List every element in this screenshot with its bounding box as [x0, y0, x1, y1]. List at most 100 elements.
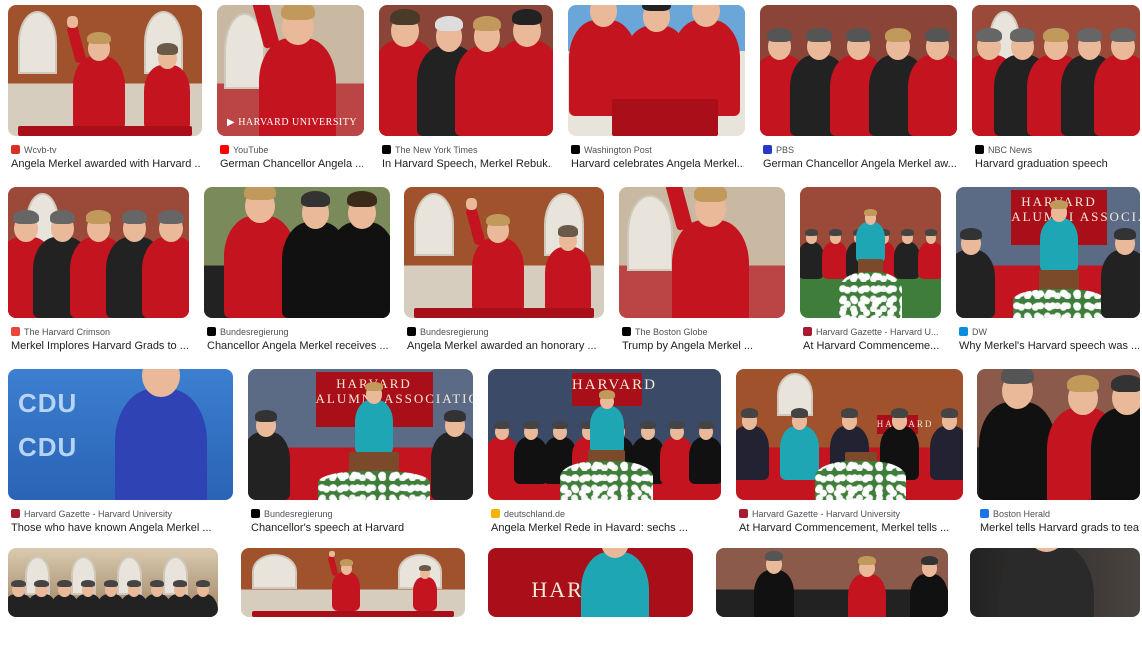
image-thumbnail[interactable]	[241, 548, 465, 617]
result-source[interactable]: Bundesregierung	[207, 326, 389, 338]
result-source[interactable]: NBC News	[975, 144, 1139, 156]
image-thumbnail[interactable]	[568, 5, 745, 136]
result-source[interactable]: Bundesregierung	[251, 508, 472, 520]
result-source[interactable]: Bundesregierung	[407, 326, 603, 338]
boston-herald-icon	[980, 509, 989, 518]
youtube-icon	[220, 145, 229, 154]
image-result-card[interactable]: Washington PostHarvard celebrates Angela…	[568, 5, 745, 176]
figure-hair	[558, 225, 579, 236]
result-source-name: YouTube	[233, 145, 268, 155]
result-title[interactable]: Merkel Implores Harvard Grads to ...	[11, 339, 188, 353]
result-source-name: deutschland.de	[504, 509, 565, 519]
image-result-card[interactable]	[8, 548, 218, 657]
image-result-card[interactable]: CDU CDU Harvard Gazette - Harvard Univers…	[8, 369, 233, 540]
image-thumbnail[interactable]	[760, 5, 957, 136]
flower-arrangement	[560, 461, 653, 500]
image-thumbnail[interactable]: ▶ HARVARD UNIVERSITY	[217, 5, 364, 136]
result-source[interactable]: Harvard Gazette - Harvard University	[739, 508, 962, 520]
result-source[interactable]: DW	[959, 326, 1139, 338]
waving-hand	[329, 551, 335, 557]
image-thumbnail[interactable]: CDU CDU	[8, 369, 233, 500]
result-source[interactable]: Harvard Gazette - Harvard University	[11, 508, 232, 520]
result-source[interactable]: Washington Post	[571, 144, 744, 156]
image-result-card[interactable]: The New York TimesIn Harvard Speech, Mer…	[379, 5, 553, 176]
image-result-card[interactable]: Wcvb-tvAngela Merkel awarded with Harvar…	[8, 5, 202, 176]
figure-hair	[196, 580, 210, 587]
result-source[interactable]: The New York Times	[382, 144, 552, 156]
image-thumbnail[interactable]	[8, 187, 189, 318]
figure-hair	[301, 191, 331, 208]
result-source[interactable]: Boston Herald	[980, 508, 1139, 520]
image-thumbnail[interactable]: HARVARD ALUMNI ASSOCIATION	[248, 369, 473, 500]
result-title[interactable]: German Chancellor Angela ...	[220, 157, 363, 171]
image-result-card[interactable]: NBC NewsHarvard graduation speech	[972, 5, 1140, 176]
image-result-card[interactable]	[970, 548, 1140, 657]
result-title[interactable]: Angela Merkel Rede in Havard: sechs ...	[491, 521, 720, 535]
figure-hair	[925, 28, 951, 42]
image-thumbnail[interactable]	[404, 187, 604, 318]
image-thumbnail[interactable]: HARVARD	[488, 369, 721, 500]
image-thumbnail[interactable]	[716, 548, 948, 617]
image-result-card[interactable]: HARVARD ALUMNI ASSOCIATION DWWhy Merkel's…	[956, 187, 1140, 358]
figure-hair	[157, 43, 178, 54]
image-result-card[interactable]: BundesregierungAngela Merkel awarded an …	[404, 187, 604, 358]
figure-hair	[104, 580, 118, 587]
image-result-card[interactable]: HARVARD ALUMNI ASSOCIATION Bundesregierun…	[248, 369, 473, 540]
image-thumbnail[interactable]	[379, 5, 553, 136]
image-thumbnail[interactable]: HARVARD	[488, 548, 693, 617]
image-thumbnail[interactable]: HARVARD ALUMNI ASSOCIATION	[956, 187, 1140, 318]
image-result-card[interactable]: HARVARD Harvard Gazette - Harvard Univers…	[736, 369, 963, 540]
image-result-card[interactable]: BundesregierungChancellor Angela Merkel …	[204, 187, 390, 358]
image-thumbnail[interactable]	[619, 187, 785, 318]
window-arch	[18, 11, 57, 74]
result-source[interactable]: The Harvard Crimson	[11, 326, 188, 338]
result-source[interactable]: Wcvb-tv	[11, 144, 201, 156]
image-thumbnail[interactable]	[8, 548, 218, 617]
result-title[interactable]: In Harvard Speech, Merkel Rebuk...	[382, 157, 552, 171]
result-title[interactable]: At Harvard Commenceme...	[803, 339, 940, 353]
result-title[interactable]: Merkel tells Harvard grads to tear ...	[980, 521, 1139, 535]
result-title[interactable]: Chancellor Angela Merkel receives ...	[207, 339, 389, 353]
figure-hair	[858, 556, 876, 565]
figure-robe	[545, 247, 591, 312]
image-result-card[interactable]	[241, 548, 465, 657]
result-source[interactable]: Harvard Gazette - Harvard U...	[803, 326, 940, 338]
result-title[interactable]: Chancellor's speech at Harvard	[251, 521, 472, 535]
image-result-card[interactable]: HARVARD	[488, 548, 693, 657]
image-thumbnail[interactable]	[972, 5, 1140, 136]
result-title[interactable]: Harvard graduation speech	[975, 157, 1139, 171]
figure-hair	[281, 5, 314, 20]
result-source[interactable]: YouTube	[220, 144, 363, 156]
image-thumbnail[interactable]	[977, 369, 1140, 500]
result-title[interactable]: Those who have known Angela Merkel ...	[11, 521, 232, 535]
podium	[252, 611, 454, 617]
figure-hair	[806, 28, 832, 42]
result-title[interactable]: Why Merkel's Harvard speech was ...	[959, 339, 1139, 353]
image-result-card[interactable]: Boston HeraldMerkel tells Harvard grads …	[977, 369, 1140, 540]
image-result-card[interactable]: PBSGerman Chancellor Angela Merkel aw...	[760, 5, 957, 176]
result-title[interactable]: Angela Merkel awarded with Harvard ...	[11, 157, 201, 171]
image-thumbnail[interactable]: HARVARD	[736, 369, 963, 500]
result-title[interactable]: German Chancellor Angela Merkel aw...	[763, 157, 956, 171]
result-title[interactable]: Harvard celebrates Angela Merkel...	[571, 157, 744, 171]
figure-hair	[741, 408, 759, 417]
result-title[interactable]: At Harvard Commencement, Merkel tells ..…	[739, 521, 962, 535]
image-result-card[interactable]: The Boston GlobeTrump by Angela Merkel .…	[619, 187, 785, 358]
image-thumbnail[interactable]	[8, 5, 202, 136]
image-result-card[interactable]: ▶ HARVARD UNIVERSITY YouTube German Chance…	[217, 5, 364, 176]
image-thumbnail[interactable]	[970, 548, 1140, 617]
image-thumbnail[interactable]	[800, 187, 941, 318]
figure-hair	[390, 9, 420, 26]
image-thumbnail[interactable]	[204, 187, 390, 318]
result-title[interactable]: Angela Merkel awarded an honorary ...	[407, 339, 603, 353]
result-title[interactable]: Trump by Angela Merkel ...	[622, 339, 784, 353]
image-result-card[interactable]: The Harvard CrimsonMerkel Implores Harva…	[8, 187, 189, 358]
result-source[interactable]: PBS	[763, 144, 956, 156]
image-result-card[interactable]	[716, 548, 948, 657]
image-result-card[interactable]: HARVARD deutschland.de Angela Merkel Rede …	[488, 369, 721, 540]
figure-robe	[1040, 218, 1078, 272]
result-source[interactable]: deutschland.de	[491, 508, 720, 520]
result-source[interactable]: The Boston Globe	[622, 326, 784, 338]
figure-hair	[921, 556, 939, 565]
image-result-card[interactable]: Harvard Gazette - Harvard U...At Harvard…	[800, 187, 941, 358]
